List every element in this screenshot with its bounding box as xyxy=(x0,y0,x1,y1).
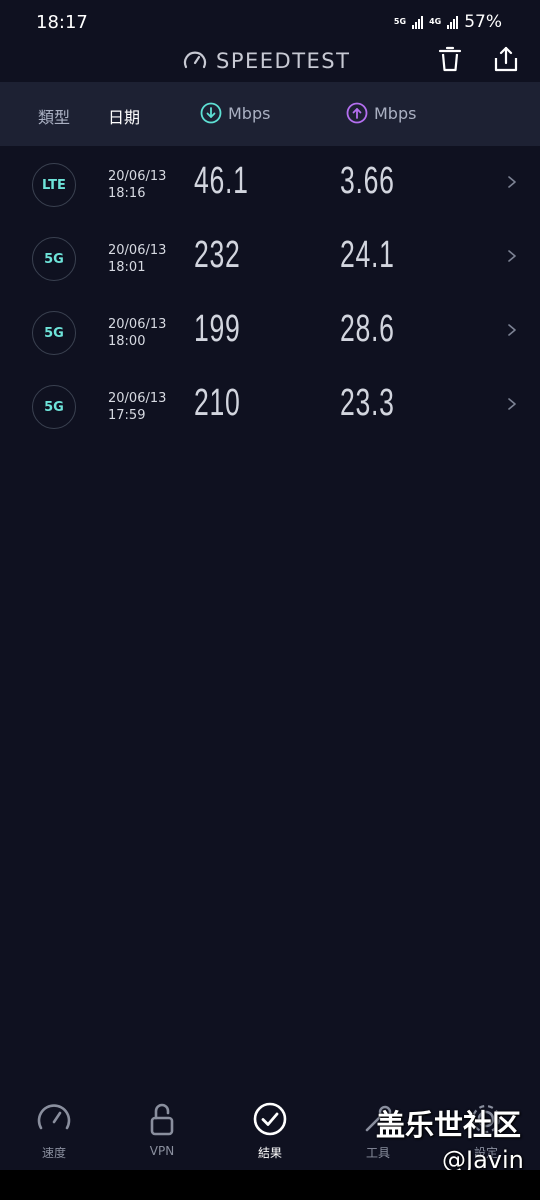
chevron-right-icon xyxy=(508,176,516,188)
nav-label: VPN xyxy=(149,1144,175,1158)
nav-label: 結果 xyxy=(257,1146,282,1160)
result-date: 20/06/13 xyxy=(108,391,167,406)
upload-speed: 28.6 xyxy=(340,308,395,350)
watermark-title: 盖乐世社区 xyxy=(376,1108,522,1142)
nav-label: 速度 xyxy=(41,1146,66,1160)
column-type[interactable]: 類型 xyxy=(38,104,70,128)
speedometer-icon xyxy=(37,1104,71,1130)
nav-item-speed[interactable]: 速度 xyxy=(0,1100,108,1161)
unlock-icon xyxy=(150,1103,174,1136)
chevron-right-icon xyxy=(508,250,516,262)
brand: SPEEDTEST xyxy=(182,48,350,74)
system-gesture-bar xyxy=(0,1170,540,1200)
column-download[interactable]: Mbps xyxy=(200,102,270,124)
column-date[interactable]: 日期 xyxy=(108,104,140,128)
download-speed: 210 xyxy=(194,382,241,424)
column-header-row: 類型 日期 Mbps Mbps xyxy=(0,82,540,146)
connection-type-badge: 5G xyxy=(32,385,76,429)
status-time: 18:17 xyxy=(36,12,88,33)
result-time: 18:16 xyxy=(108,186,146,201)
download-unit: Mbps xyxy=(228,103,271,123)
share-icon[interactable] xyxy=(491,44,521,74)
status-indicators: 5G 4G 57% xyxy=(394,12,502,32)
status-bar: 18:17 5G 4G 57% xyxy=(0,0,540,44)
download-icon xyxy=(200,102,222,124)
result-date: 20/06/13 xyxy=(108,169,167,184)
chevron-right-icon xyxy=(508,324,516,336)
upload-speed: 23.3 xyxy=(340,382,395,424)
result-time: 18:01 xyxy=(108,260,146,275)
network-5g-tag: 5G xyxy=(393,17,407,26)
upload-icon xyxy=(346,102,368,124)
nav-item-vpn[interactable]: VPN xyxy=(108,1100,216,1158)
download-speed: 199 xyxy=(194,308,241,350)
result-row[interactable]: 5G 20/06/13 18:00 199 28.6 xyxy=(0,296,540,370)
chevron-right-icon xyxy=(508,398,516,410)
result-time: 18:00 xyxy=(108,334,146,349)
app-title: SPEEDTEST xyxy=(216,49,351,73)
result-row[interactable]: 5G 20/06/13 18:01 232 24.1 xyxy=(0,222,540,296)
connection-type-badge: 5G xyxy=(32,311,76,355)
trash-icon[interactable] xyxy=(435,44,465,74)
app-bar: SPEEDTEST xyxy=(0,44,540,80)
upload-unit: Mbps xyxy=(374,103,417,123)
signal-icon xyxy=(412,15,424,29)
results-list: LTE 20/06/13 18:16 46.1 3.66 5G 20/06/13… xyxy=(0,148,540,444)
connection-type-badge: 5G xyxy=(32,237,76,281)
result-row[interactable]: 5G 20/06/13 17:59 210 23.3 xyxy=(0,370,540,444)
result-datetime: 20/06/13 17:59 xyxy=(108,390,166,424)
result-date: 20/06/13 xyxy=(108,317,167,332)
column-upload[interactable]: Mbps xyxy=(346,102,416,124)
result-row[interactable]: LTE 20/06/13 18:16 46.1 3.66 xyxy=(0,148,540,222)
result-time: 17:59 xyxy=(108,408,146,423)
signal-icon-2 xyxy=(447,15,459,29)
upload-speed: 24.1 xyxy=(340,234,395,276)
download-speed: 46.1 xyxy=(194,160,249,202)
connection-type-badge: LTE xyxy=(32,163,76,207)
result-datetime: 20/06/13 18:01 xyxy=(108,242,166,276)
network-4g-tag: 4G xyxy=(429,17,442,26)
nav-item-results[interactable]: 結果 xyxy=(216,1100,324,1161)
check-circle-icon xyxy=(253,1102,287,1136)
speedometer-icon xyxy=(183,51,207,69)
nav-label: 工具 xyxy=(365,1146,390,1160)
result-datetime: 20/06/13 18:00 xyxy=(108,316,166,350)
battery-level: 57% xyxy=(464,12,502,32)
upload-speed: 3.66 xyxy=(340,160,395,202)
result-date: 20/06/13 xyxy=(108,243,167,258)
result-datetime: 20/06/13 18:16 xyxy=(108,168,166,202)
download-speed: 232 xyxy=(194,234,241,276)
